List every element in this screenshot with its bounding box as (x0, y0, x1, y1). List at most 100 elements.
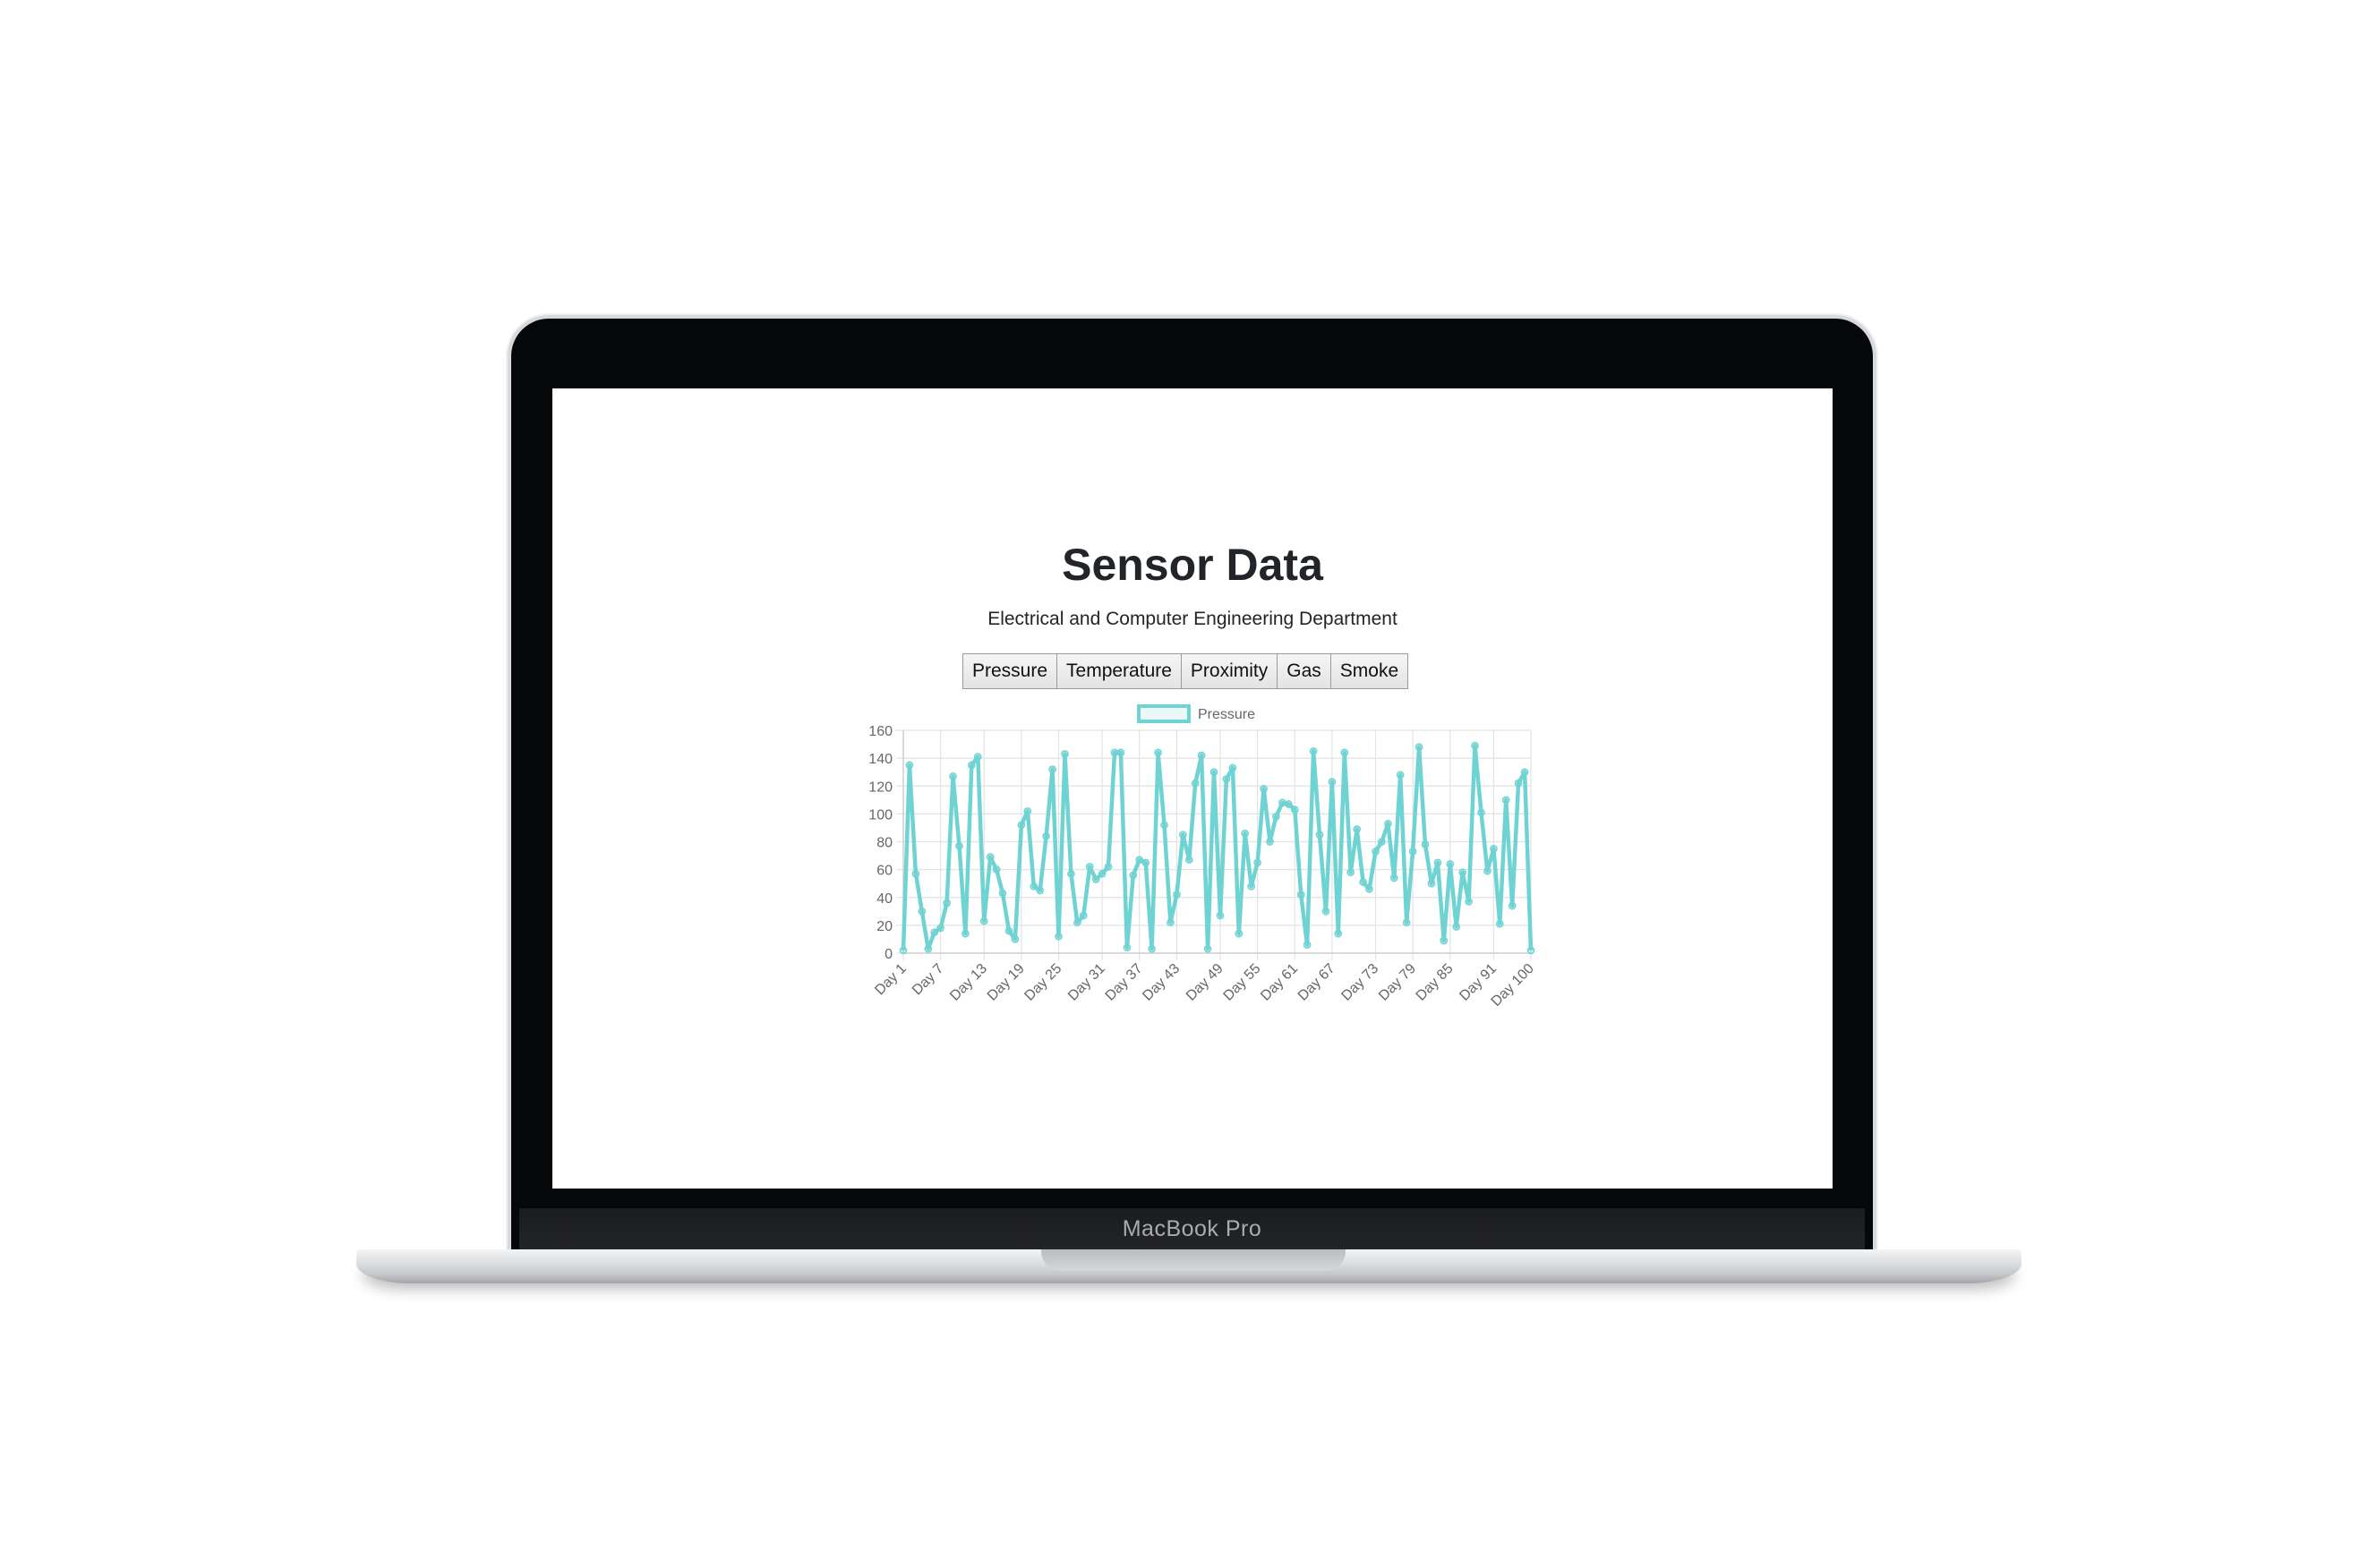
data-point (1055, 932, 1063, 941)
data-point (930, 928, 939, 937)
data-point (1278, 798, 1286, 807)
data-point (1023, 806, 1032, 815)
x-tick-label: Day 67 (1295, 961, 1338, 1004)
data-point (1011, 935, 1020, 943)
data-point (1048, 765, 1056, 773)
data-point (1353, 825, 1362, 833)
data-point (973, 753, 982, 761)
data-point (1241, 829, 1250, 838)
x-tick-label: Day 37 (1103, 961, 1146, 1004)
data-point (992, 865, 1001, 873)
data-point (1303, 941, 1312, 950)
data-point (1253, 858, 1261, 867)
data-point (1520, 768, 1529, 777)
data-point (1129, 871, 1138, 880)
data-point (1209, 768, 1218, 777)
data-point (1452, 923, 1461, 931)
data-point (1085, 863, 1094, 871)
x-tick-label: Day 79 (1376, 961, 1419, 1004)
data-point (936, 924, 944, 933)
data-point (1290, 805, 1299, 814)
x-tick-label: Day 85 (1414, 961, 1457, 1004)
data-point (1427, 879, 1436, 888)
data-point (1526, 946, 1535, 955)
data-point (1321, 907, 1330, 916)
brand-label: MacBook Pro (1122, 1215, 1262, 1241)
data-point (1328, 778, 1337, 786)
data-point (955, 841, 963, 850)
data-point (1414, 743, 1423, 752)
y-tick-label: 80 (876, 836, 893, 851)
data-point (1483, 866, 1491, 875)
data-point (967, 761, 976, 770)
data-point (1396, 771, 1405, 780)
data-point (1067, 869, 1075, 878)
data-point (998, 889, 1007, 898)
series-line-pressure (901, 743, 1534, 951)
x-tick-label: Day 7 (910, 961, 947, 999)
data-point (1315, 831, 1324, 839)
data-point (1359, 878, 1367, 886)
data-point (1173, 891, 1181, 899)
data-point (1501, 796, 1510, 805)
data-point (1384, 819, 1392, 828)
data-point (1104, 863, 1113, 871)
data-point (949, 772, 957, 780)
legend-label: Pressure (1198, 707, 1255, 722)
x-tick-label: Day 55 (1221, 961, 1264, 1004)
data-point (1402, 918, 1411, 927)
data-point (1004, 926, 1013, 935)
data-point (1073, 918, 1081, 927)
data-point (1408, 848, 1417, 856)
data-point (1148, 944, 1156, 953)
y-tick-label: 20 (876, 919, 893, 934)
data-point (1017, 821, 1026, 830)
data-point (1030, 882, 1038, 891)
data-point (1284, 800, 1293, 808)
data-point (1372, 848, 1380, 856)
y-tick-label: 0 (885, 947, 893, 962)
laptop-bottom-bezel: MacBook Pro (519, 1208, 1865, 1249)
data-point (1346, 868, 1355, 877)
data-point (1123, 943, 1132, 952)
data-point (1421, 840, 1430, 848)
data-point (1091, 875, 1100, 883)
data-point (1036, 886, 1045, 895)
data-point (1309, 746, 1318, 755)
x-tick-label: Day 31 (1065, 961, 1108, 1004)
browser-viewport: Sensor Data Electrical and Computer Engi… (552, 388, 1833, 1189)
data-point (899, 946, 908, 955)
x-tick-label: Day 1 (872, 961, 910, 999)
data-point (1272, 813, 1280, 821)
data-point (1433, 858, 1442, 867)
x-tick-label: Day 49 (1184, 961, 1226, 1004)
data-point (1446, 860, 1455, 868)
x-tick-label: Day 13 (947, 961, 990, 1004)
data-point (943, 899, 951, 908)
data-point (1471, 741, 1479, 750)
data-point (1098, 869, 1107, 878)
data-point (1260, 785, 1268, 793)
data-point (1378, 838, 1386, 846)
data-point (1296, 891, 1305, 899)
data-point (1228, 763, 1237, 772)
data-point (1247, 882, 1256, 891)
data-point (1495, 919, 1504, 928)
data-point (1110, 748, 1119, 757)
data-point (1465, 898, 1473, 906)
data-point (1191, 779, 1200, 788)
y-tick-label: 60 (876, 864, 893, 879)
data-point (962, 929, 970, 938)
y-tick-label: 40 (876, 891, 893, 907)
data-point (1508, 901, 1517, 910)
data-point (1203, 944, 1212, 953)
y-tick-label: 100 (868, 807, 893, 822)
laptop-notch (1041, 1249, 1346, 1271)
x-tick-label: Day 43 (1140, 961, 1183, 1004)
data-point (1116, 748, 1125, 757)
data-point (1266, 838, 1274, 846)
data-point (1440, 936, 1449, 945)
data-point (1167, 918, 1175, 927)
x-tick-label: Day 73 (1338, 961, 1381, 1004)
data-point (1235, 929, 1244, 938)
